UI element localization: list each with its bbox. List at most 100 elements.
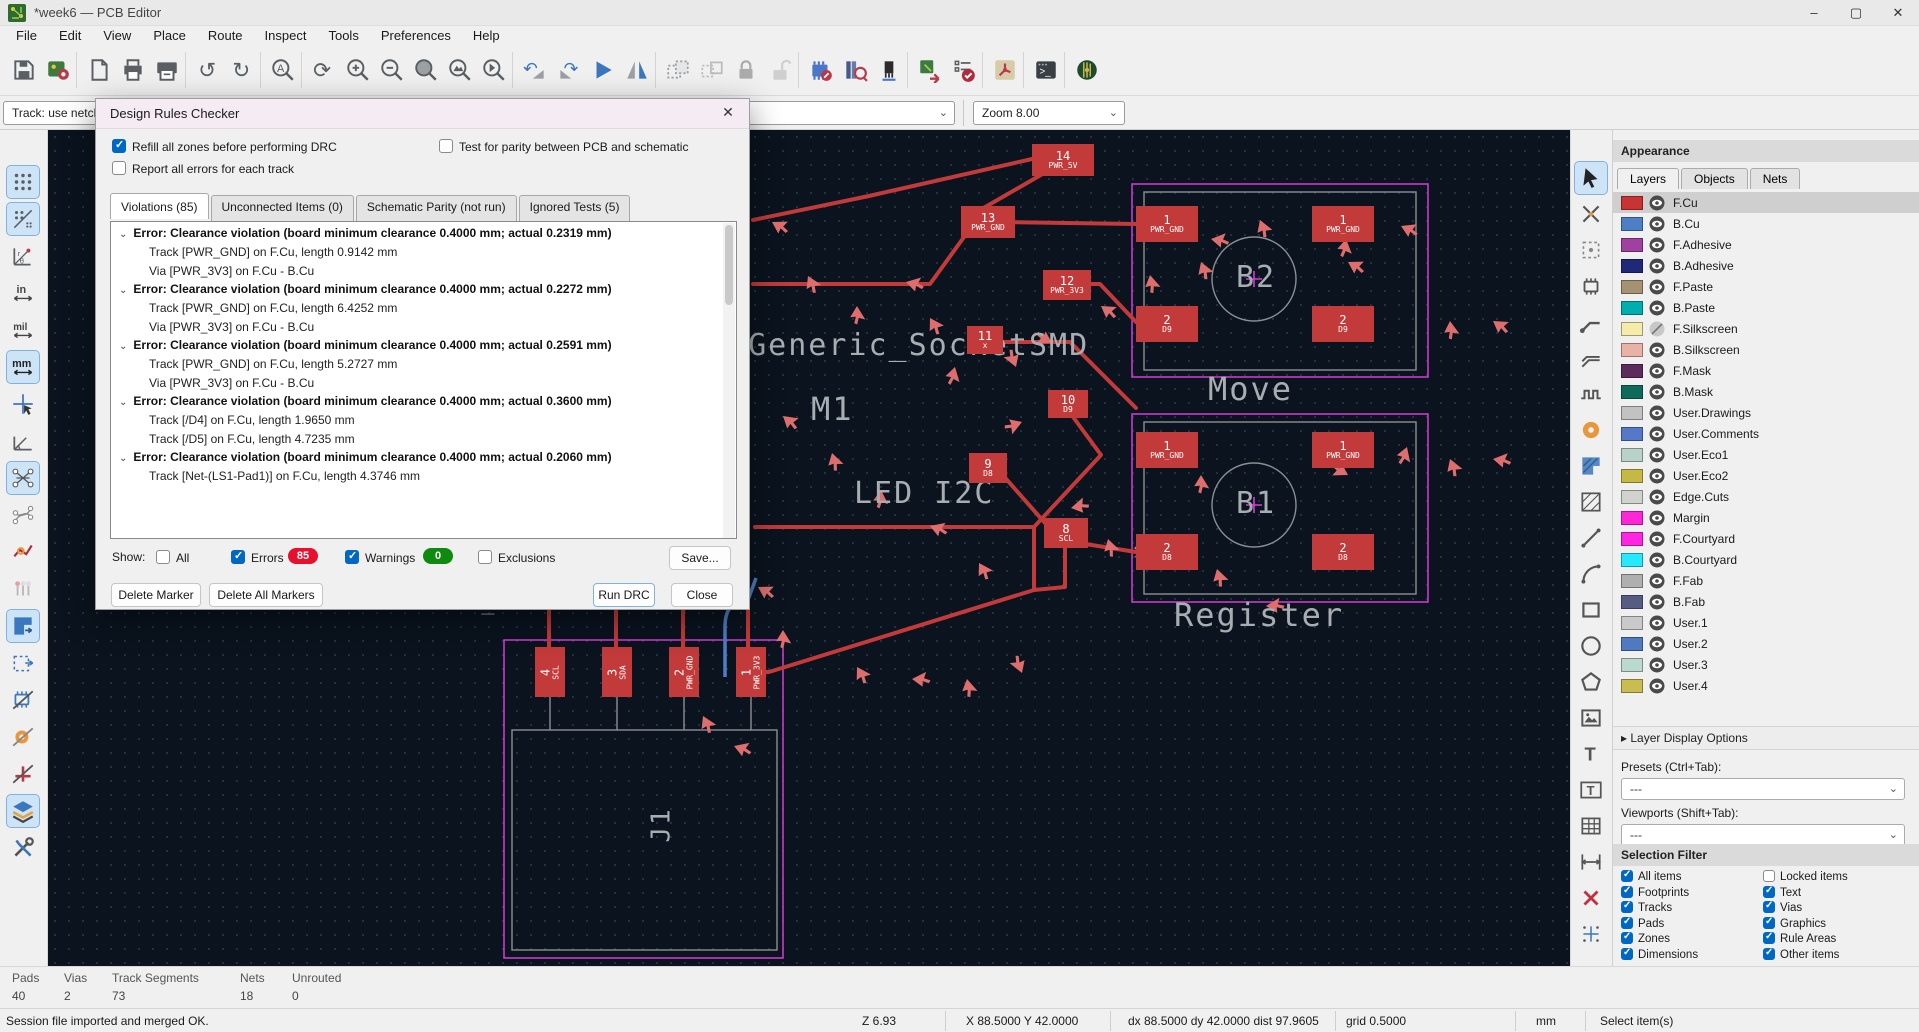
eye-icon[interactable] [1649, 615, 1665, 631]
units-inches-icon[interactable]: in [7, 277, 39, 309]
pad-9[interactable]: 9D8 [969, 453, 1007, 483]
layer-color-swatch[interactable] [1621, 574, 1643, 588]
pad-1[interactable]: 1PWR_GND [1136, 432, 1198, 468]
filter-footprints[interactable]: Footprints [1621, 886, 1763, 902]
layer-color-swatch[interactable] [1621, 679, 1643, 693]
filter-other-items[interactable]: Other items [1763, 948, 1913, 964]
layer-row-f.fab[interactable]: F.Fab [1613, 570, 1919, 591]
layer-row-user.eco2[interactable]: User.Eco2 [1613, 465, 1919, 486]
layers-manager-icon[interactable] [7, 795, 39, 827]
eye-icon[interactable] [1649, 279, 1665, 295]
hide-pads-icon[interactable] [7, 721, 39, 753]
layer-row-user.comments[interactable]: User.Comments [1613, 423, 1919, 444]
menu-edit[interactable]: Edit [49, 28, 91, 43]
drc-tab-schematic[interactable]: Schematic Parity (not run) [356, 195, 517, 221]
violation-title[interactable]: ⌄Error: Clearance violation (board minim… [119, 338, 736, 352]
filter-locked-items[interactable]: Locked items [1763, 870, 1913, 886]
filter-rule-areas[interactable]: Rule Areas [1763, 932, 1913, 948]
zoom-fit-icon[interactable] [410, 54, 442, 86]
net-highlight-icon[interactable] [7, 536, 39, 568]
menu-preferences[interactable]: Preferences [371, 28, 461, 43]
viewports-dropdown[interactable]: ---⌄ [1621, 824, 1905, 846]
filter-tracks[interactable]: Tracks [1621, 901, 1763, 917]
eye-icon[interactable] [1649, 426, 1665, 442]
eye-slash-icon[interactable] [1649, 321, 1665, 337]
menu-route[interactable]: Route [198, 28, 253, 43]
eye-icon[interactable] [1649, 678, 1665, 694]
design-rules-checker-icon[interactable] [948, 54, 980, 86]
pad-1[interactable]: 1PWR_3V3 [736, 647, 766, 697]
eye-icon[interactable] [1649, 342, 1665, 358]
refill-zones-checkbox[interactable]: Refill all zones before performing DRC [112, 139, 337, 154]
violation-item[interactable]: Track [/D4] on F.Cu, length 1.9650 mm [119, 408, 736, 427]
find-icon[interactable]: A [267, 54, 299, 86]
draw-line-icon[interactable] [1575, 522, 1607, 554]
unlock-icon[interactable] [764, 54, 796, 86]
eye-icon[interactable] [1649, 510, 1665, 526]
layer-color-swatch[interactable] [1621, 490, 1643, 504]
violations-list[interactable]: ⌄Error: Clearance violation (board minim… [110, 221, 737, 539]
layer-row-user.eco1[interactable]: User.Eco1 [1613, 444, 1919, 465]
report-errors-checkbox[interactable]: Report all errors for each track [112, 161, 294, 176]
eye-icon[interactable] [1649, 258, 1665, 274]
grid-visibility-icon[interactable] [7, 166, 39, 198]
tune-length-icon[interactable] [1575, 378, 1607, 410]
layer-color-swatch[interactable] [1621, 637, 1643, 651]
eye-icon[interactable] [1649, 447, 1665, 463]
layer-row-b.silkscreen[interactable]: B.Silkscreen [1613, 339, 1919, 360]
update-pcb-from-schematic-icon[interactable] [914, 54, 946, 86]
layer-row-f.cu[interactable]: F.Cu [1613, 192, 1919, 213]
pad-12[interactable]: 12PWR_3V3 [1043, 270, 1091, 300]
add-footprint-icon[interactable] [1575, 270, 1607, 302]
polar-coordinates-icon[interactable]: rθ [7, 240, 39, 272]
layer-row-margin[interactable]: Margin [1613, 507, 1919, 528]
ungroup-icon[interactable] [696, 54, 728, 86]
filter-all-items[interactable]: All items [1621, 870, 1763, 886]
print-icon[interactable] [117, 54, 149, 86]
close-button[interactable]: ✕ [1877, 0, 1919, 26]
maximize-button[interactable]: ▢ [1835, 0, 1877, 26]
footprint-editor-icon[interactable] [805, 54, 837, 86]
delete-marker-button[interactable]: Delete Marker [111, 583, 201, 607]
pad-2[interactable]: 2D9 [1136, 306, 1198, 342]
layer-color-swatch[interactable] [1621, 364, 1643, 378]
layer-row-f.adhesive[interactable]: F.Adhesive [1613, 234, 1919, 255]
layer-row-b.courtyard[interactable]: B.Courtyard [1613, 549, 1919, 570]
eye-icon[interactable] [1649, 657, 1665, 673]
layer-row-b.fab[interactable]: B.Fab [1613, 591, 1919, 612]
layer-row-b.cu[interactable]: B.Cu [1613, 213, 1919, 234]
layer-row-f.courtyard[interactable]: F.Courtyard [1613, 528, 1919, 549]
add-image-icon[interactable] [1575, 702, 1607, 734]
layer-color-swatch[interactable] [1621, 616, 1643, 630]
layer-color-swatch[interactable] [1621, 553, 1643, 567]
layer-row-user.1[interactable]: User.1 [1613, 612, 1919, 633]
lock-icon[interactable] [730, 54, 762, 86]
delete-all-markers-button[interactable]: Delete All Markers [209, 583, 323, 607]
violation-item[interactable]: Via [PWR_3V3] on F.Cu - B.Cu [119, 315, 736, 334]
draw-zone-icon[interactable] [1575, 450, 1607, 482]
layer-color-swatch[interactable] [1621, 217, 1643, 231]
layer-row-user.2[interactable]: User.2 [1613, 633, 1919, 654]
layer-color-swatch[interactable] [1621, 196, 1643, 210]
layer-row-edge.cuts[interactable]: Edge.Cuts [1613, 486, 1919, 507]
grid-overrides-icon[interactable] [7, 203, 39, 235]
layer-row-f.paste[interactable]: F.Paste [1613, 276, 1919, 297]
drc-tab-ignored[interactable]: Ignored Tests (5) [519, 195, 631, 221]
eye-icon[interactable] [1649, 300, 1665, 316]
zoom-in-icon[interactable] [342, 54, 374, 86]
pcb-text[interactable]: D_Generic_SocketSMD [708, 328, 1089, 363]
menu-inspect[interactable]: Inspect [255, 28, 317, 43]
hide-tracks-icon[interactable] [7, 758, 39, 790]
refresh-icon[interactable]: ⟳ [308, 54, 340, 86]
pad-2[interactable]: 2D8 [1312, 534, 1374, 570]
filter-text[interactable]: Text [1763, 886, 1913, 902]
eye-icon[interactable] [1649, 216, 1665, 232]
add-via-icon[interactable] [1575, 414, 1607, 446]
scripting-console-icon[interactable]: >_ [1030, 54, 1062, 86]
zone-fills-icon[interactable] [7, 610, 39, 642]
drc-tab-unconnected[interactable]: Unconnected Items (0) [211, 195, 354, 221]
highlight-tool-icon[interactable] [989, 54, 1021, 86]
menu-place[interactable]: Place [143, 28, 196, 43]
show-warnings-checkbox[interactable]: Warnings [345, 550, 415, 565]
drc-close-icon[interactable]: ✕ [717, 104, 739, 124]
